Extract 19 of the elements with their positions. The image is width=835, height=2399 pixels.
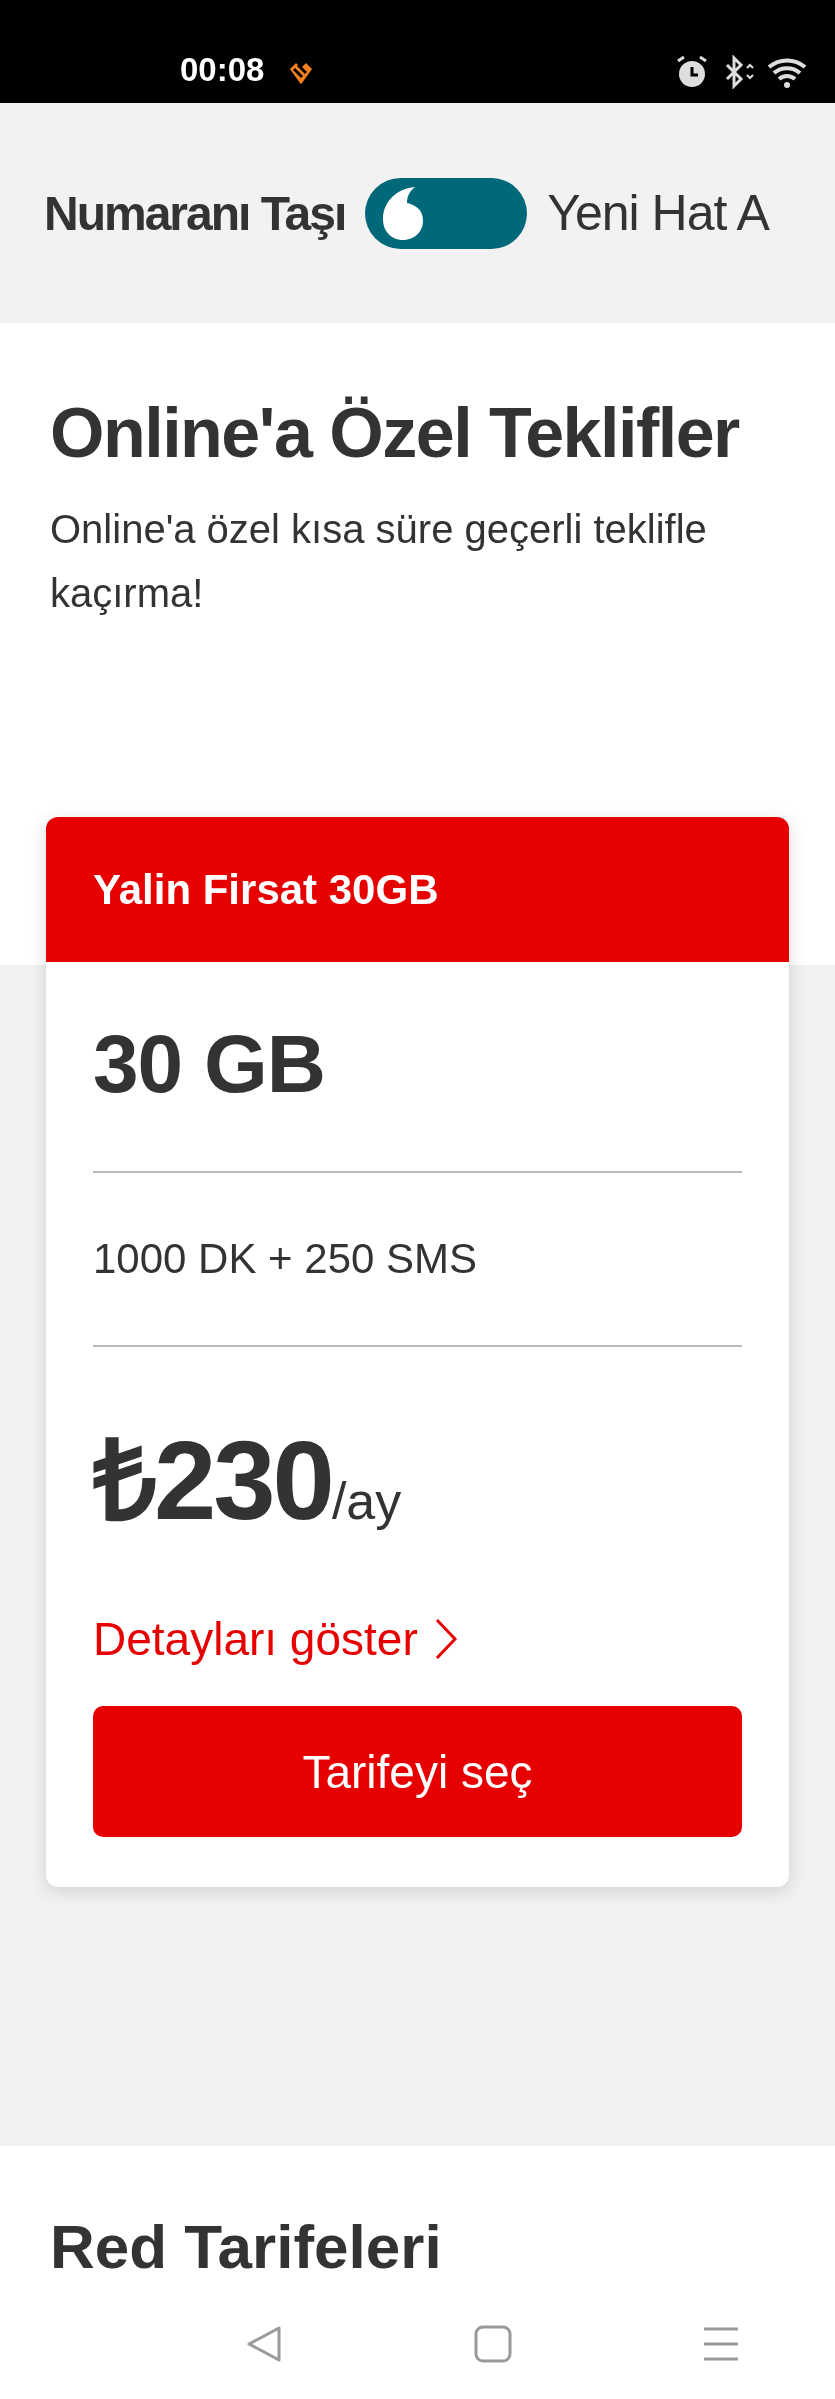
- chevron-right-icon: [433, 1617, 458, 1661]
- select-tariff-button[interactable]: Tarifeyi seç: [93, 1706, 742, 1837]
- description-text: kaçırma!: [50, 570, 205, 617]
- status-time: 00:08: [180, 51, 265, 89]
- price-amount: 230: [154, 1417, 332, 1545]
- data-amount: 30 GB: [93, 1017, 326, 1111]
- price-period: /ay: [331, 1472, 402, 1531]
- details-link[interactable]: Detayları göster: [93, 1592, 458, 1706]
- menu-icon[interactable]: [702, 2325, 741, 2363]
- section-title: Red Tarifeleri: [50, 2216, 443, 2278]
- minutes-sms-text: 1000 DK + 250 SMS: [93, 1234, 479, 1284]
- currency-symbol: ₺: [93, 1417, 154, 1545]
- switch-label: Yeni Hat A: [547, 184, 769, 242]
- alarm-icon: [675, 55, 709, 89]
- card-header: Yalin Firsat 30GB: [46, 817, 789, 962]
- description-text: Online'a özel kısa süre geçerli teklifle: [50, 506, 708, 553]
- switch-label: Numaranı Taşı: [44, 185, 346, 241]
- section-title: Online'a Özel Teklifler: [50, 393, 741, 473]
- home-icon[interactable]: [474, 2325, 513, 2363]
